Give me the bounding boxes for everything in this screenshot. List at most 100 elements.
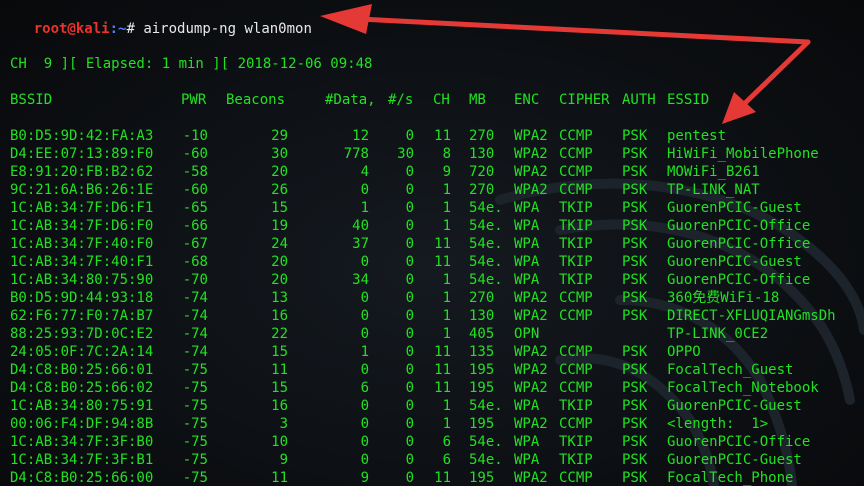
table-row: 1C:AB:34:7F:D6:F0 -66 19 40 0 1 54e. WPA TKIP PSK… (0, 217, 864, 235)
cell-data: 0 (360, 452, 369, 468)
column-header: #Data, (325, 92, 376, 108)
cell-auth: PSK (622, 380, 648, 396)
cell-ch: 11 (434, 128, 451, 144)
cell-bssid: D4:C8:B0:25:66:01 (10, 362, 154, 378)
cell-enc: WPA2 (514, 380, 548, 396)
cell-data: 9 (360, 470, 369, 486)
cell-mb: 405 (469, 326, 495, 342)
cell-ch: 1 (442, 182, 451, 198)
cell-ch: 6 (442, 452, 451, 468)
cell-cipher: CCMP (559, 146, 593, 162)
cell-ch: 1 (442, 290, 451, 306)
table-row: D4:EE:07:13:89:F0 -60 30 778 30 8 130 WPA2 CCMP P… (0, 145, 864, 163)
cell-pwr: -74 (182, 326, 208, 342)
cell-essid: GuorenPCIC-Office (667, 218, 811, 234)
arrow-to-command-head (320, 4, 372, 34)
cell-beacons: 11 (271, 470, 288, 486)
cell-data: 778 (343, 146, 369, 162)
cell-auth: PSK (622, 308, 648, 324)
cell-cipher: CCMP (559, 362, 593, 378)
cell-auth: PSK (622, 398, 648, 414)
cell-mb: 130 (469, 146, 495, 162)
cell-data: 6 (360, 380, 369, 396)
cell-data: 0 (360, 254, 369, 270)
cell-beacons: 11 (271, 362, 288, 378)
cell-pwr: -68 (182, 254, 208, 270)
cell-mb: 54e. (469, 200, 503, 216)
cell-essid: FocalTech_Phone (667, 470, 794, 486)
table-row: 88:25:93:7D:0C:E2 -74 22 0 0 1 405 OPN TP-LINK_0… (0, 325, 864, 343)
cell-enc: WPA2 (514, 416, 548, 432)
cell-auth: PSK (622, 416, 648, 432)
cell-rate: 0 (405, 164, 414, 180)
cell-bssid: 1C:AB:34:7F:3F:B1 (10, 452, 154, 468)
cell-pwr: -65 (182, 200, 208, 216)
cell-cipher: CCMP (559, 344, 593, 360)
terminal-window[interactable]: root@kali:~# airodump-ng wlan0mon CH 9 ]… (0, 0, 864, 486)
cell-ch: 1 (442, 200, 451, 216)
cell-bssid: 00:06:F4:DF:94:8B (10, 416, 154, 432)
arrow-to-essid-shaft (739, 39, 811, 109)
cell-rate: 0 (405, 434, 414, 450)
cell-mb: 135 (469, 344, 495, 360)
cell-auth: PSK (622, 452, 648, 468)
cell-auth: PSK (622, 200, 648, 216)
cell-pwr: -60 (182, 182, 208, 198)
cell-data: 40 (352, 218, 369, 234)
cell-rate: 0 (405, 272, 414, 288)
cell-data: 1 (360, 344, 369, 360)
cell-ch: 8 (442, 146, 451, 162)
cell-cipher: CCMP (559, 416, 593, 432)
cell-mb: 54e. (469, 452, 503, 468)
cell-cipher: CCMP (559, 182, 593, 198)
cell-cipher: TKIP (559, 218, 593, 234)
cell-rate: 0 (405, 470, 414, 486)
cell-enc: WPA (514, 398, 540, 414)
cell-cipher: CCMP (559, 470, 593, 486)
cell-data: 0 (360, 182, 369, 198)
table-row: 1C:AB:34:80:75:91 -75 16 0 0 1 54e. WPA TKIP PSK G… (0, 397, 864, 415)
cell-mb: 195 (469, 380, 495, 396)
cell-rate: 0 (405, 254, 414, 270)
cell-bssid: 1C:AB:34:7F:D6:F0 (10, 218, 154, 234)
cell-cipher: CCMP (559, 308, 593, 324)
cell-pwr: -66 (182, 218, 208, 234)
cell-essid: FocalTech_Notebook (667, 380, 819, 396)
table-row: E8:91:20:FB:B2:62 -58 20 4 0 9 720 WPA2 CCMP PSK M… (0, 163, 864, 181)
cell-beacons: 22 (271, 326, 288, 342)
cell-cipher: TKIP (559, 398, 593, 414)
cell-enc: WPA (514, 272, 540, 288)
cell-ch: 11 (434, 254, 451, 270)
cell-essid: FocalTech_Guest (667, 362, 794, 378)
cell-bssid: B0:D5:9D:44:93:18 (10, 290, 154, 306)
column-header: CIPHER (559, 92, 610, 108)
cell-beacons: 26 (271, 182, 288, 198)
command-text: airodump-ng wlan0mon (143, 21, 312, 37)
cell-cipher: TKIP (559, 272, 593, 288)
cell-ch: 1 (442, 308, 451, 324)
cell-beacons: 9 (279, 452, 288, 468)
cell-bssid: 1C:AB:34:7F:40:F0 (10, 236, 154, 252)
cell-mb: 195 (469, 416, 495, 432)
cell-rate: 0 (405, 182, 414, 198)
cell-rate: 0 (405, 398, 414, 414)
cell-rate: 30 (397, 146, 414, 162)
column-header: BSSID (10, 92, 53, 108)
cell-enc: WPA2 (514, 362, 548, 378)
cell-pwr: -75 (182, 470, 208, 486)
cell-beacons: 16 (271, 308, 288, 324)
cell-cipher: TKIP (559, 200, 593, 216)
cell-mb: 54e. (469, 398, 503, 414)
cell-cipher: TKIP (559, 452, 593, 468)
cell-beacons: 15 (271, 200, 288, 216)
cell-ch: 11 (434, 362, 451, 378)
cell-mb: 270 (469, 290, 495, 306)
cell-rate: 0 (405, 326, 414, 342)
cell-pwr: -70 (182, 272, 208, 288)
cell-essid: TP-LINK_0CE2 (667, 326, 769, 342)
column-header: ESSID (667, 92, 710, 108)
cell-pwr: -75 (182, 452, 208, 468)
cell-data: 0 (360, 290, 369, 306)
cell-beacons: 20 (271, 272, 288, 288)
cell-essid: GuorenPCIC-Office (667, 272, 811, 288)
